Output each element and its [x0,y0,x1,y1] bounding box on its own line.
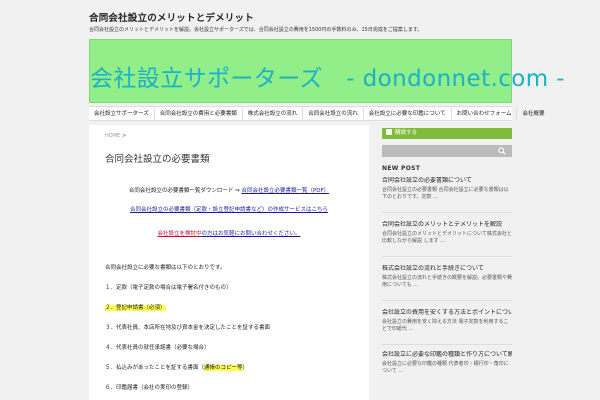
download-line: 合同会社設立の必要書類一覧ダウンロード ⇒ 合同会社設立必要書類一覧（PDF） [89,186,369,194]
contact-blue-link[interactable]: の方はお気軽にお問い合わせください。 [202,231,301,237]
breadcrumb-separator: > [122,133,127,139]
site-title[interactable]: 合同会社設立のメリットとデメリット [89,10,254,24]
sidebar-post-title[interactable]: 会社設立の費用を安くする方法とポイントについて [382,309,512,317]
sidebar-post-item[interactable]: 合同会社設立のメリットとデメリットを解説 合同会社設立のメリットとデメリットにつ… [382,221,512,245]
sidebar-post-excerpt: 株式会社設立の流れと手続きの概要を解説。必要書類や費用についても ... [382,275,513,288]
search-icon[interactable] [498,147,506,155]
contact-line: 会社設立を検討中の方はお気軽にお問い合わせください。 [89,229,369,237]
rss-subscribe-button[interactable]: 購読する [382,128,512,139]
nav-item-llc-cost[interactable]: 合同会社設立の費用と必要書類 [155,107,243,120]
nav-item-contact[interactable]: お問い合わせフォーム [452,107,518,120]
nav-item-kk-flow[interactable]: 株式会社設立の流れ [243,107,304,120]
body-line-5-pre: ５．払込みがあったことを証する書面（ [105,365,205,371]
rss-icon [386,128,392,135]
service-line: 合同会社設立の必要書類（定款・設立登記申請書など）の作成サービスはこちら [89,205,369,213]
body-line-0: 合同会社設立に必要な書類は以下のとおりです。 [105,265,226,271]
nav-item-seal[interactable]: 会社設立に必要な印鑑について [364,107,452,120]
site-description: 合同会社設立のメリットとデメリットを解説。会社設立サポーターズでは、合同会社設立… [89,27,423,33]
breadcrumb: HOME > [105,133,126,139]
sidebar-post-item[interactable]: 合同会社設立の必要書類について 合同会社設立の必要書類 合同会社設立に必要な書類… [382,177,512,201]
page: 合同会社設立のメリットとデメリット 合同会社設立のメリットとデメリットを解説。会… [0,0,600,400]
contact-red-link[interactable]: 会社設立を検討中 [157,231,201,237]
download-text: 合同会社設立の必要書類一覧ダウンロード ⇒ [128,188,242,194]
sidebar-post-title[interactable]: 合同会社設立の必要書類について [382,177,512,185]
divider [382,344,512,345]
sidebar: 購読する NEW POST 合同会社設立の必要書類について 合同会社設立の必要書… [382,128,512,400]
download-pdf-link[interactable]: 合同会社設立必要書類一覧（PDF） [241,188,329,194]
breadcrumb-home[interactable]: HOME [105,133,120,139]
banner-text: 会社設立サポーターズ - dondonnet.com - [90,66,565,92]
search-input[interactable] [382,145,494,157]
divider [382,300,512,301]
post-title: 合同会社設立の必要書類 [105,154,210,165]
body-line-5-highlight: 通帳のコピー等 [204,365,243,371]
sidebar-post-excerpt: 会社設立に必要な印鑑の種類 代表者印・銀行印・角印について ... [382,361,509,374]
new-post-heading: NEW POST [382,165,421,172]
divider [382,256,512,257]
divider [382,212,512,213]
nav-item-about[interactable]: 会社概要 [517,107,549,120]
rss-label: 購読する [395,130,418,136]
sidebar-post-title[interactable]: 合同会社設立のメリットとデメリットを解説 [382,221,512,229]
main-content: HOME > 合同会社設立の必要書類 合同会社設立の必要書類一覧ダウンロード ⇒ … [89,125,369,400]
body-line-5-post: ） [242,365,249,371]
sidebar-post-item[interactable]: 会社設立の費用を安くする方法とポイントについて 会社設立の費用を安く抑える方法 … [382,309,512,333]
highlighted-text: ２．登記申請書（必須） [105,305,166,311]
service-link[interactable]: 合同会社設立の必要書類（定款・設立登記申請書など）の作成サービスはこちら [130,207,328,213]
sidebar-post-excerpt: 合同会社設立のメリットとデメリットについて株式会社と比較しながら解説 します .… [382,231,512,244]
global-nav: 会社設立サポーターズ 合同会社設立の費用と必要書類 株式会社設立の流れ 合同会社… [89,106,544,121]
sidebar-post-excerpt: 会社設立の費用を安く抑える方法 電子定款を利用することで印紙代 ... [382,319,509,332]
sidebar-post-item[interactable]: 株式会社設立の流れと手続きについて 株式会社設立の流れと手続きの概要を解説。必要… [382,265,512,289]
body-line-6: ６．印鑑届書（会社の実印の登録） [105,385,194,391]
body-line-4: ４．代表社員の就任承諾書（必要な場合） [105,345,210,351]
body-line-1: １．定款（電子定款の場合は電子署名付きのもの） [105,285,232,291]
sidebar-post-item[interactable]: 会社設立に必要な印鑑の種類と作り方について解説 会社設立に必要な印鑑の種類 代表… [382,351,512,375]
header-banner[interactable]: 会社設立サポーターズ - dondonnet.com - [89,39,565,103]
body-line-5: ５．払込みがあったことを証する書面（通帳のコピー等） [105,363,248,371]
sidebar-post-title[interactable]: 株式会社設立の流れと手続きについて [382,265,512,273]
sidebar-post-excerpt: 合同会社設立の必要書類 合同会社設立に必要な書類は以下のとおりです。定款 ... [382,187,509,200]
body-line-2: ２．登記申請書（必須） [105,303,166,311]
search-box [382,145,512,157]
sidebar-post-title[interactable]: 会社設立に必要な印鑑の種類と作り方について解説 [382,351,512,359]
body-line-3: ３．代表社員、本店所在地及び資本金を決定したことを証する書面 [105,325,271,331]
nav-item-llc-flow[interactable]: 合同会社設立の流れ [303,107,364,120]
nav-item-supporters[interactable]: 会社設立サポーターズ [89,107,155,120]
